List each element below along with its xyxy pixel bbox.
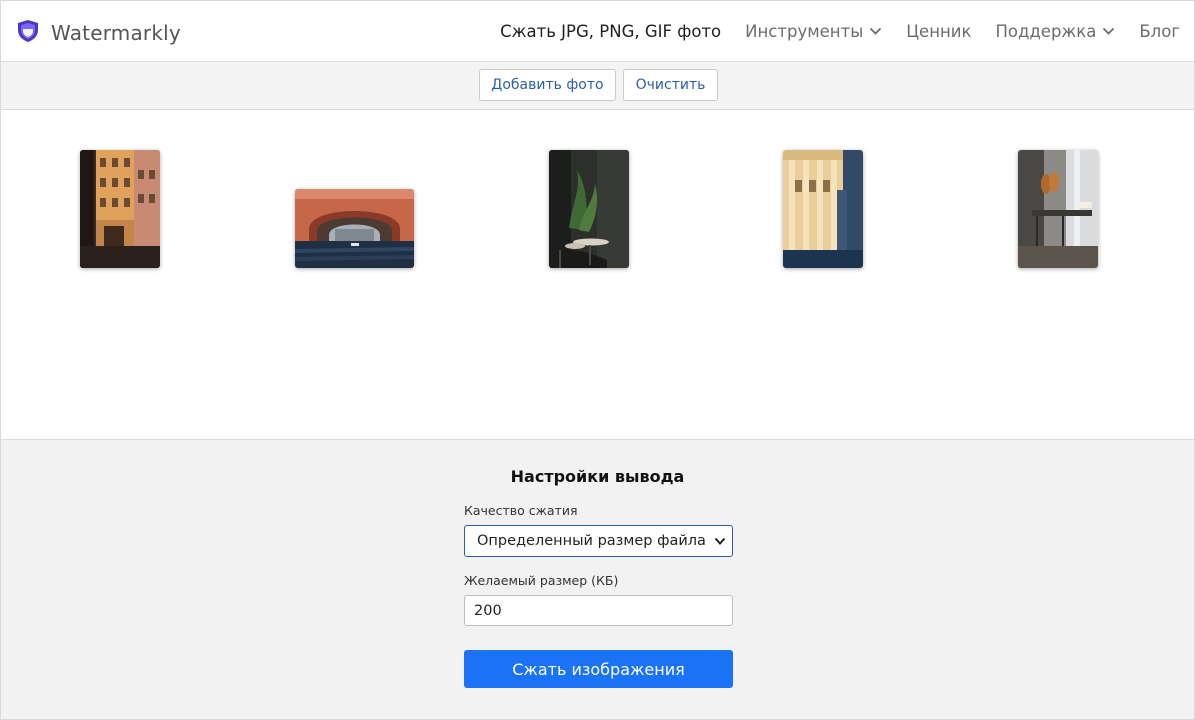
toolbar: Добавить фото Очистить bbox=[1, 62, 1194, 110]
thumbnail-canal-arch[interactable] bbox=[295, 189, 414, 268]
target-size-label: Желаемый размер (КБ) bbox=[464, 573, 619, 588]
compress-images-button[interactable]: Сжать изображения bbox=[464, 650, 733, 688]
nav-blog[interactable]: Блог bbox=[1139, 22, 1180, 41]
thumbnail-street-buildings[interactable] bbox=[80, 150, 160, 268]
nav-support-label: Поддержка bbox=[995, 22, 1097, 41]
thumbnail-classical-building[interactable] bbox=[783, 150, 863, 268]
output-settings: Настройки вывода Качество сжатия Определ… bbox=[1, 440, 1194, 719]
top-header: Watermarkly Сжать JPG, PNG, GIF фото Инс… bbox=[1, 1, 1194, 62]
chevron-down-icon bbox=[1103, 27, 1115, 35]
main-nav: Сжать JPG, PNG, GIF фото Инструменты Цен… bbox=[476, 22, 1180, 41]
target-size-input[interactable]: 200 bbox=[464, 595, 733, 626]
nav-pricing[interactable]: Ценник bbox=[906, 22, 971, 41]
chevron-down-icon bbox=[870, 27, 882, 35]
chevron-down-icon bbox=[714, 537, 726, 545]
quality-label: Качество сжатия bbox=[464, 503, 578, 518]
image-gallery bbox=[1, 110, 1194, 440]
nav-tools-label: Инструменты bbox=[745, 22, 864, 41]
settings-title: Настройки вывода bbox=[510, 467, 685, 486]
clear-button[interactable]: Очистить bbox=[623, 69, 718, 101]
nav-support[interactable]: Поддержка bbox=[995, 22, 1115, 41]
nav-tools[interactable]: Инструменты bbox=[745, 22, 882, 41]
thumbnail-cafe-interior[interactable] bbox=[549, 150, 629, 268]
add-photo-button[interactable]: Добавить фото bbox=[479, 69, 616, 101]
thumbnail-kitchen-interior[interactable] bbox=[1018, 150, 1098, 268]
shield-logo-icon bbox=[17, 19, 39, 47]
quality-select[interactable]: Определенный размер файла bbox=[464, 525, 733, 557]
quality-select-value: Определенный размер файла bbox=[477, 533, 706, 549]
nav-compress[interactable]: Сжать JPG, PNG, GIF фото bbox=[500, 22, 721, 41]
brand[interactable]: Watermarkly bbox=[17, 19, 181, 47]
brand-name: Watermarkly bbox=[51, 21, 181, 45]
